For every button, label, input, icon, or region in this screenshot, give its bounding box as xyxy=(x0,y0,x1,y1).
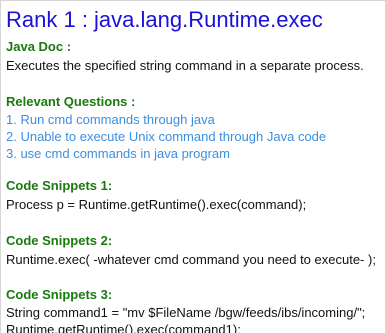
relevant-questions-list: 1. Run cmd commands through java 2. Unab… xyxy=(6,111,326,162)
code-snippet-2-line-1: Runtime.exec( -whatever cmd command you … xyxy=(6,252,376,267)
java-doc-text: Executes the specified string command in… xyxy=(6,58,364,73)
question-link-1[interactable]: 1. Run cmd commands through java xyxy=(6,111,326,128)
question-link-2[interactable]: 2. Unable to execute Unix command throug… xyxy=(6,128,326,145)
code-snippet-3-line-2: Runtime.getRuntime().exec(command1); xyxy=(6,322,241,334)
java-doc-label: Java Doc : xyxy=(6,39,72,54)
code-snippet-1-label: Code Snippets 1: xyxy=(6,178,113,193)
result-panel: Rank 1 : java.lang.Runtime.exec Java Doc… xyxy=(0,0,386,334)
code-snippet-3-line-1: String command1 = "mv $FileName /bgw/fee… xyxy=(6,305,366,320)
rank-title: Rank 1 : java.lang.Runtime.exec xyxy=(6,7,323,32)
code-snippet-2-label: Code Snippets 2: xyxy=(6,233,113,248)
code-snippet-3-label: Code Snippets 3: xyxy=(6,287,113,302)
relevant-questions-label: Relevant Questions : xyxy=(6,94,136,109)
code-snippet-1-line-1: Process p = Runtime.getRuntime().exec(co… xyxy=(6,197,307,212)
question-link-3[interactable]: 3. use cmd commands in java program xyxy=(6,145,326,162)
